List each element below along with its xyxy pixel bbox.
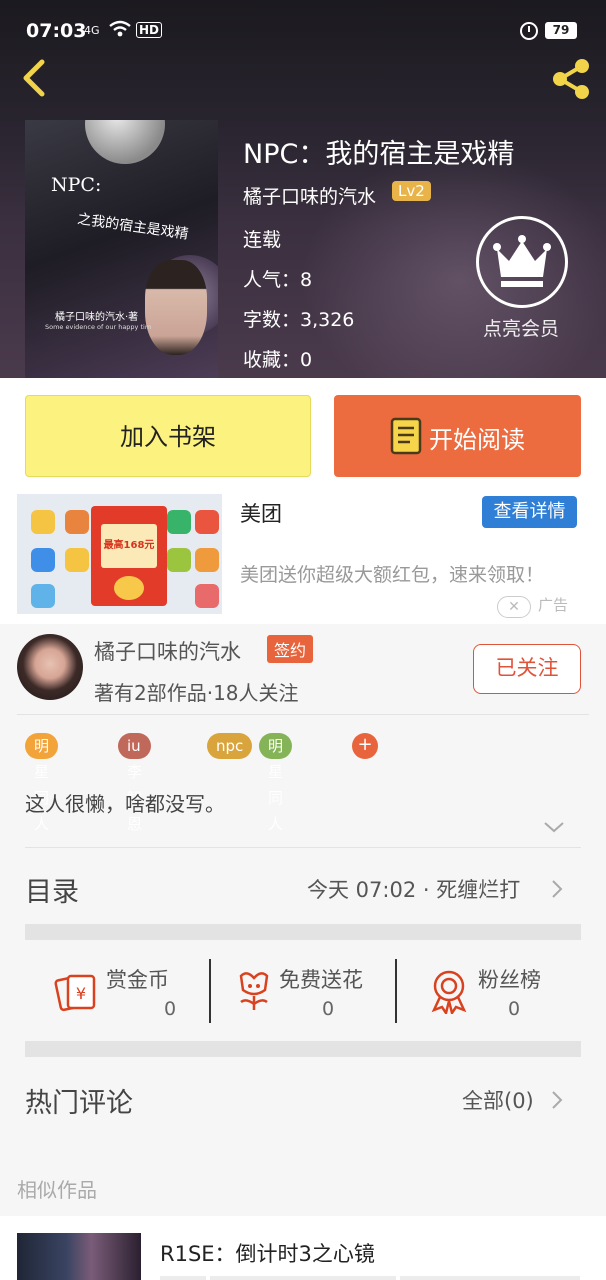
reward-coin-value: 0 [164, 998, 177, 1020]
level-badge: Lv2 [392, 181, 431, 201]
ad-detail-button[interactable]: 查看详情 [482, 496, 577, 528]
red-envelope-image: 最高168元红包 [91, 506, 167, 606]
similar-book-title[interactable]: R1SE：倒计时3之心镜 [160, 1238, 375, 1268]
ad-image[interactable]: 最高168元红包 [17, 494, 222, 614]
follow-button[interactable]: 已关注 [473, 644, 581, 694]
section-separator [25, 924, 581, 940]
fan-ranking-label: 粉丝榜 [478, 968, 541, 992]
reward-coin-button[interactable]: ¥ 赏金币 0 [54, 958, 204, 1024]
hd-indicator: HD [136, 22, 163, 38]
chevron-down-icon[interactable] [543, 820, 565, 834]
status-bar: 07:03 4G HD 79 [0, 0, 606, 44]
divider [210, 1276, 396, 1280]
wifi-icon [109, 20, 131, 37]
send-flower-value: 0 [322, 998, 335, 1020]
section-separator [25, 1041, 581, 1057]
book-icon [390, 417, 422, 455]
book-author[interactable]: 橘子口味的汽水 [243, 182, 376, 209]
divider [25, 847, 581, 848]
ad-description: 美团送你超级大额红包，速来领取！ [240, 564, 545, 586]
network-indicator: 4G [84, 24, 100, 37]
fan-ranking-value: 0 [508, 998, 521, 1020]
ad-label: 广告 [538, 596, 569, 614]
status-time: 07:03 [26, 20, 87, 42]
list-item[interactable]: R1SE：倒计时3之心镜 [0, 1216, 606, 1280]
send-flower-label: 免费送花 [279, 968, 363, 992]
author-meta: 著有2部作品·18人关注 [94, 681, 299, 705]
tag-item[interactable]: iu李智恩 [118, 733, 151, 833]
book-header: 07:03 4G HD 79 NPC: 之我的宿主是戏精 橘子口味的汽水·著 S… [0, 0, 606, 378]
start-reading-label: 开始阅读 [429, 426, 525, 454]
word-count-stat: 字数：3,326 [243, 309, 355, 331]
vip-label: 点亮会员 [482, 318, 559, 340]
book-cover[interactable]: NPC: 之我的宿主是戏精 橘子口味的汽水·著 Some evidence of… [25, 120, 218, 378]
signed-badge: 签约 [267, 635, 314, 663]
svg-text:¥: ¥ [76, 984, 86, 1003]
divider [17, 714, 589, 715]
medal-icon [431, 970, 467, 1014]
cover-title-line1: NPC: [51, 174, 102, 196]
all-comments-link[interactable]: 全部(0) [462, 1085, 534, 1115]
add-to-shelf-button[interactable]: 加入书架 [25, 395, 311, 477]
popularity-stat: 人气：8 [243, 269, 313, 291]
battery-indicator: 79 [545, 22, 577, 39]
crown-icon [476, 216, 568, 308]
back-arrow-icon[interactable] [16, 58, 52, 98]
favorites-stat: 收藏：0 [243, 349, 313, 371]
tag-item[interactable]: npc [207, 733, 253, 759]
tag-item[interactable]: 明星同人 [25, 733, 59, 833]
tag-item[interactable]: 明星同人 [259, 733, 293, 833]
alarm-icon [520, 22, 538, 40]
ad-image-amount: 最高168元红包 [101, 524, 157, 595]
chevron-right-icon[interactable] [550, 878, 564, 900]
share-icon[interactable] [548, 56, 594, 102]
ad-close-icon[interactable]: ✕ [497, 596, 531, 618]
author-section: 橘子口味的汽水 签约 著有2部作品·18人关注 已关注 明星同人 iu李智恩 n… [0, 624, 606, 1216]
cover-subtitle: Some evidence of our happy tim [45, 323, 152, 331]
start-reading-button[interactable]: 开始阅读 [334, 395, 581, 477]
vip-member-button[interactable]: 点亮会员 [470, 212, 572, 342]
cover-author: 橘子口味的汽水·著 [55, 312, 139, 323]
author-name[interactable]: 橘子口味的汽水 [94, 636, 241, 666]
cover-moon [85, 120, 165, 164]
similar-book-cover[interactable] [17, 1233, 141, 1280]
cover-title-line2: 之我的宿主是戏精 [76, 211, 190, 243]
hot-comments-title: 热门评论 [25, 1088, 133, 1119]
flower-icon [239, 972, 269, 1010]
divider [395, 959, 397, 1023]
cover-portrait [145, 260, 207, 355]
similar-works-heading: 相似作品 [17, 1178, 97, 1202]
book-title: NPC：我的宿主是戏精 [243, 139, 515, 170]
author-bio: 这人很懒，啥都没写。 [25, 792, 225, 816]
ad-banner[interactable]: 最高168元红包 美团 查看详情 美团送你超级大额红包，速来领取！ ✕ 广告 [0, 494, 606, 624]
interaction-stats: ¥ 赏金币 0 免费送花 0 粉丝榜 0 [25, 958, 581, 1024]
chevron-right-icon[interactable] [550, 1089, 564, 1111]
action-bar: 加入书架 开始阅读 [0, 378, 606, 494]
divider [400, 1276, 580, 1280]
toc-latest-chapter[interactable]: 今天 07:02 · 死缠烂打 [307, 874, 520, 904]
toc-title[interactable]: 目录 [25, 870, 79, 909]
send-flower-button[interactable]: 免费送花 0 [231, 958, 391, 1024]
reward-coin-icon: ¥ [54, 974, 96, 1012]
fan-ranking-button[interactable]: 粉丝榜 0 [426, 958, 576, 1024]
avatar[interactable] [17, 634, 83, 700]
add-tag-button[interactable]: + [352, 733, 378, 759]
reward-coin-label: 赏金币 [106, 968, 169, 992]
serial-status: 连载 [243, 229, 282, 251]
divider [160, 1276, 206, 1280]
divider [209, 959, 211, 1023]
ad-title: 美团 [240, 502, 282, 526]
